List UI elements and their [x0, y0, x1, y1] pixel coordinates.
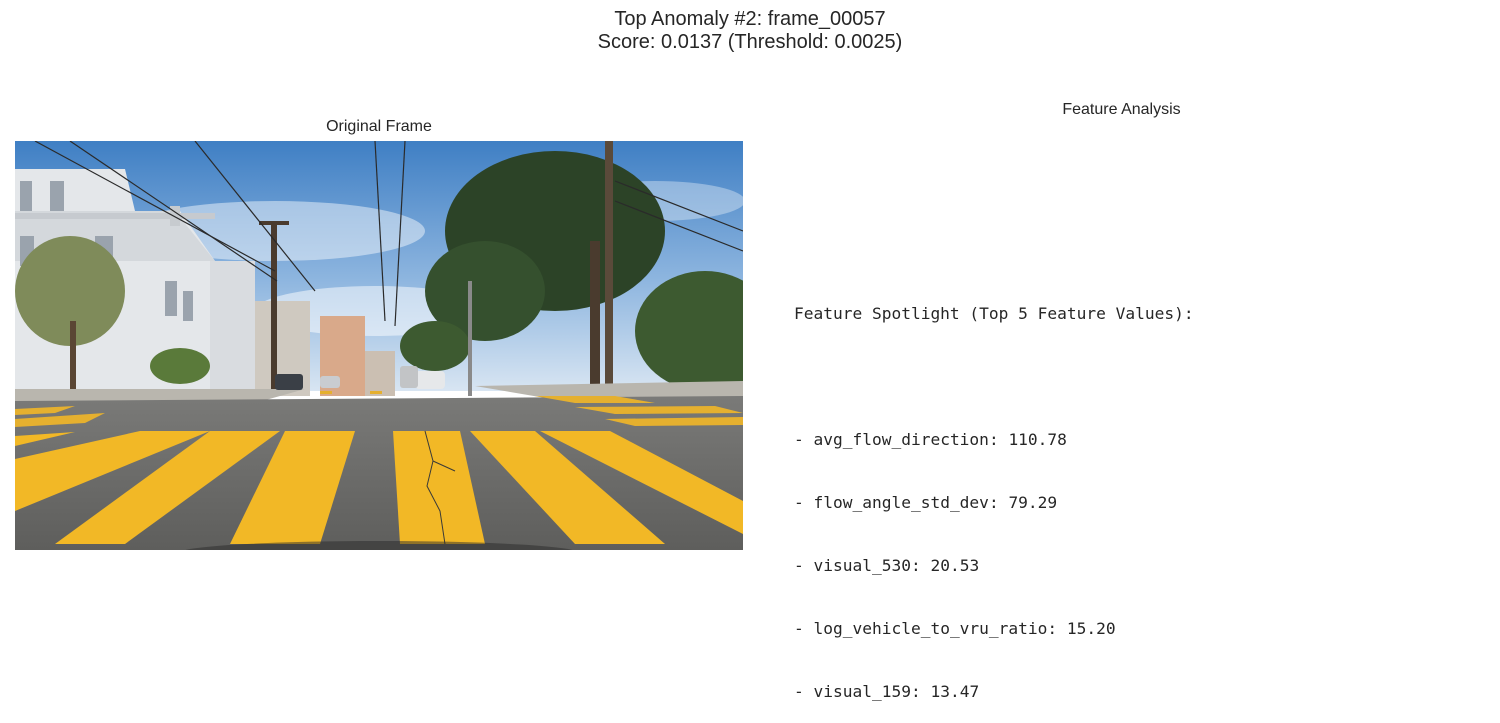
figure-title-line-2: Score: 0.0137 (Threshold: 0.0025) — [597, 31, 903, 53]
feature-line: - avg_flow_direction: 110.78 — [794, 430, 1067, 449]
feature-name: flow_angle_std_dev — [813, 493, 989, 512]
original-frame-image — [15, 141, 743, 550]
feature-value: 13.47 — [930, 682, 980, 701]
feature-analysis-title: Feature Analysis — [1062, 101, 1181, 118]
feature-spotlight-heading: Feature Spotlight (Top 5 Feature Values)… — [794, 304, 1194, 323]
feature-line: - visual_530: 20.53 — [794, 556, 980, 575]
street-scene-illustration — [15, 141, 743, 550]
feature-spotlight-text: Feature Spotlight (Top 5 Feature Values)… — [794, 261, 1194, 723]
feature-line: - visual_159: 13.47 — [794, 682, 980, 701]
feature-name: visual_159 — [813, 682, 911, 701]
figure-title: Top Anomaly #2: frame_00057 Score: 0.013… — [0, 8, 1500, 54]
feature-line: - log_vehicle_to_vru_ratio: 15.20 — [794, 619, 1116, 638]
feature-value: 15.20 — [1066, 619, 1116, 638]
feature-line: - flow_angle_std_dev: 79.29 — [794, 493, 1058, 512]
feature-value: 79.29 — [1008, 493, 1058, 512]
figure-title-line-1: Top Anomaly #2: frame_00057 — [614, 8, 886, 30]
original-frame-title: Original Frame — [326, 118, 432, 135]
feature-value: 110.78 — [1008, 430, 1067, 449]
feature-value: 20.53 — [930, 556, 980, 575]
feature-name: avg_flow_direction — [813, 430, 989, 449]
feature-name: log_vehicle_to_vru_ratio — [813, 619, 1048, 638]
feature-name: visual_530 — [813, 556, 911, 575]
